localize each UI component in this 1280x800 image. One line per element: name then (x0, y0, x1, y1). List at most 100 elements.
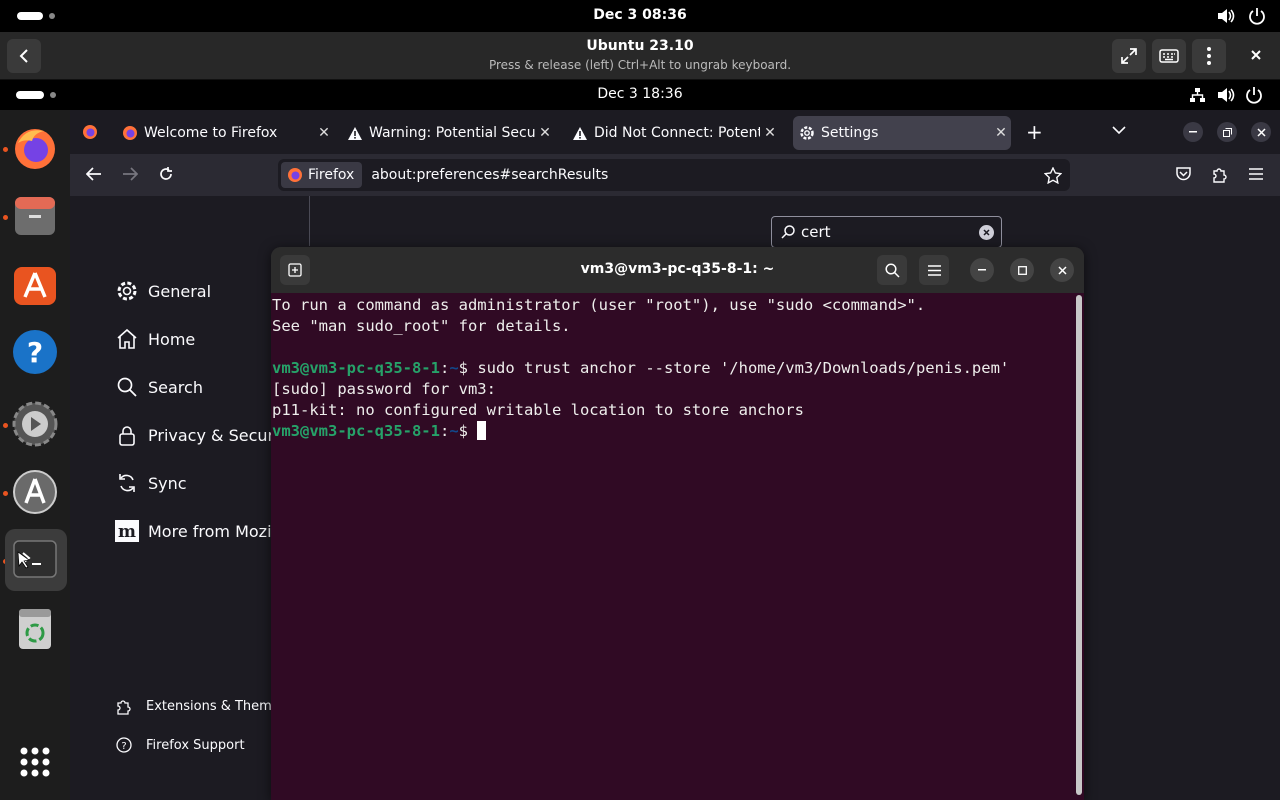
prompt-path: ~ (449, 422, 459, 440)
forward-arrow-icon[interactable] (122, 167, 138, 181)
new-tab-plus-icon[interactable]: + (1026, 122, 1043, 142)
divider (309, 196, 310, 246)
software-updater-icon[interactable] (11, 468, 59, 516)
category-label: General (148, 281, 212, 301)
output-line: p11-kit: no configured writable location… (272, 401, 804, 419)
search-value: cert (801, 223, 831, 241)
firefox-icon (288, 168, 302, 182)
minimize-button[interactable] (1183, 122, 1203, 142)
category-general[interactable]: General (114, 278, 211, 304)
category-home[interactable]: Home (114, 326, 195, 352)
category-search[interactable]: Search (114, 374, 203, 400)
tab-close-icon[interactable]: ✕ (760, 125, 780, 141)
prompt-separator: : (439, 359, 450, 377)
back-arrow-icon[interactable] (86, 167, 102, 181)
guest-clock[interactable]: Dec 3 18:36 (0, 86, 1280, 102)
terminal-output[interactable]: To run a command as administrator (user … (271, 293, 1084, 800)
output-line: [sudo] password for vm3: (272, 380, 496, 398)
close-window-button[interactable] (1251, 122, 1271, 142)
close-icon (1256, 127, 1266, 137)
mozilla-m-icon: m (114, 518, 140, 544)
terminal-header: vm3@vm3-pc-q35-8-1: ~ (271, 247, 1084, 293)
tab-bar: Welcome to Firefox ✕ Warning: Potential … (70, 110, 1280, 154)
identity-label: Firefox (308, 167, 355, 183)
dock: ? (0, 110, 70, 800)
power-icon[interactable] (1248, 7, 1266, 25)
category-label: More from Mozilla (148, 521, 291, 541)
clear-search-icon[interactable] (979, 224, 994, 240)
help-icon[interactable]: ? (11, 328, 59, 376)
minimize-button[interactable] (970, 258, 994, 282)
svg-text:?: ? (121, 741, 126, 752)
category-more-from-mozilla[interactable]: m More from Mozilla (114, 518, 290, 544)
category-label: Home (148, 329, 196, 349)
tab-settings[interactable]: Settings ✕ (793, 116, 1011, 150)
bookmark-star-icon[interactable] (1044, 166, 1062, 184)
command-text: sudo trust anchor --store '/home/vm3/Dow… (477, 359, 1010, 377)
firefox-view-icon[interactable] (82, 124, 98, 140)
network-icon[interactable] (1189, 87, 1206, 103)
host-top-bar: Dec 3 08:36 (0, 0, 1280, 32)
keyboard-button[interactable] (1152, 39, 1186, 73)
prompt-user: vm3@vm3-pc-q35-8-1 (272, 422, 440, 440)
prompt-path: ~ (449, 359, 459, 377)
expand-icon (1121, 48, 1137, 64)
text-cursor (477, 421, 487, 440)
host-clock[interactable]: Dec 3 08:36 (0, 7, 1280, 23)
menu-button[interactable] (1192, 39, 1226, 73)
close-icon[interactable] (1248, 47, 1264, 63)
scrollbar[interactable] (1076, 295, 1082, 795)
firefox-favicon-icon (116, 125, 144, 141)
menu-button[interactable] (919, 255, 949, 285)
volume-icon[interactable] (1217, 87, 1235, 103)
close-button[interactable] (1050, 258, 1074, 282)
extensions-themes-link[interactable]: Extensions & Themes (116, 698, 287, 715)
tab-label: Warning: Potential Securi (369, 125, 535, 141)
trash-icon[interactable] (11, 604, 59, 652)
svg-text:?: ? (27, 336, 43, 369)
settings-gear-icon[interactable] (11, 400, 59, 448)
identity-box[interactable]: Firefox (281, 162, 363, 188)
restore-button[interactable] (1217, 122, 1237, 142)
running-indicator (3, 491, 8, 496)
remote-viewer-header: Ubuntu 23.10 Press & release (left) Ctrl… (0, 32, 1280, 80)
files-icon[interactable] (11, 192, 59, 240)
fullscreen-button[interactable] (1112, 39, 1146, 73)
tab-label: Did Not Connect: Potenti (594, 125, 760, 141)
tab-welcome[interactable]: Welcome to Firefox ✕ (116, 116, 334, 150)
tab-did-not-connect[interactable]: Did Not Connect: Potenti ✕ (566, 116, 780, 150)
tab-close-icon[interactable]: ✕ (314, 125, 334, 141)
extensions-puzzle-icon[interactable] (1212, 166, 1228, 183)
link-label: Firefox Support (146, 737, 245, 753)
category-privacy[interactable]: Privacy & Security (114, 422, 294, 448)
power-icon[interactable] (1245, 86, 1263, 104)
firefox-support-link[interactable]: ? Firefox Support (116, 737, 245, 753)
restore-icon (1222, 127, 1232, 137)
running-indicator (3, 423, 8, 428)
search-button[interactable] (877, 255, 907, 285)
prompt-separator: : (439, 422, 450, 440)
maximize-button[interactable] (1010, 258, 1034, 282)
search-icon (884, 262, 900, 278)
reload-icon[interactable] (158, 166, 174, 182)
category-sync[interactable]: Sync (114, 470, 187, 496)
app-center-icon[interactable] (11, 260, 59, 308)
url-bar[interactable]: Firefox about:preferences#searchResults (278, 159, 1070, 191)
tab-warning[interactable]: Warning: Potential Securi ✕ (341, 116, 555, 150)
preferences-search-input[interactable]: cert (771, 216, 1002, 248)
maximize-icon (1017, 265, 1027, 275)
tab-close-icon[interactable]: ✕ (535, 125, 555, 141)
keyboard-icon (1159, 49, 1179, 63)
hamburger-menu-icon[interactable] (1249, 168, 1263, 180)
list-all-tabs-chevron-down-icon[interactable] (1112, 126, 1126, 135)
pocket-icon[interactable] (1175, 166, 1192, 182)
terminal-icon[interactable] (11, 536, 59, 584)
firefox-icon[interactable] (11, 124, 59, 172)
volume-icon[interactable] (1217, 8, 1235, 24)
prompt-user: vm3@vm3-pc-q35-8-1 (272, 359, 440, 377)
tab-close-icon[interactable]: ✕ (991, 125, 1011, 141)
svg-text:m: m (118, 522, 136, 542)
gear-icon (793, 125, 821, 141)
gear-icon (114, 278, 140, 304)
show-apps-grid-icon[interactable] (11, 738, 59, 786)
